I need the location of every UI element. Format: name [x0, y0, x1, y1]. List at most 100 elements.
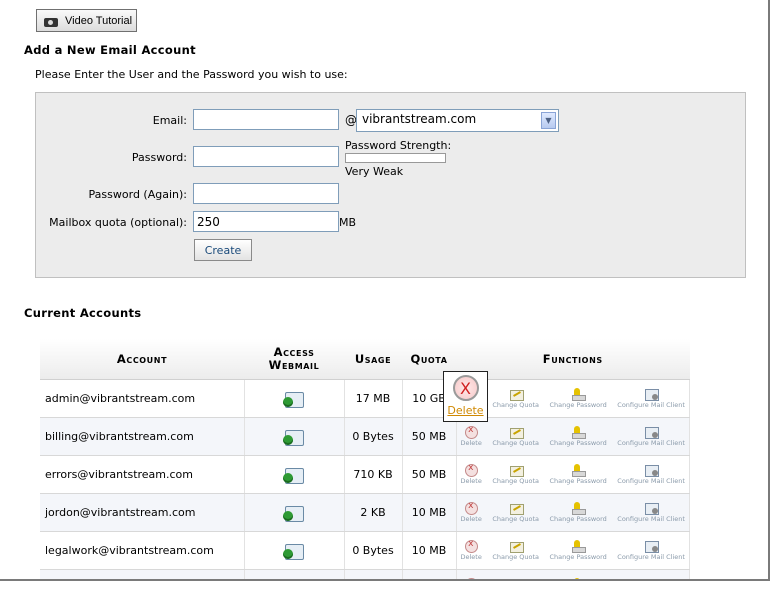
change-password-link[interactable]: Change Password [550, 426, 607, 447]
change-password-link[interactable]: Change Password [550, 540, 607, 561]
password-strength-bar [345, 153, 446, 163]
delete-hover-label[interactable]: Delete [447, 404, 483, 417]
computer-icon [644, 502, 660, 515]
quota-field[interactable] [193, 211, 339, 232]
configure-mail-client-label: Configure Mail Client [617, 515, 685, 523]
change-password-link[interactable]: Change Password [550, 502, 607, 523]
account-usage: 17 MB [344, 379, 403, 418]
key-icon [571, 464, 587, 477]
key-icon [571, 426, 587, 439]
account-quota: 50 MB [402, 417, 457, 456]
change-password-label: Change Password [549, 515, 607, 523]
video-tutorial-button[interactable]: Video Tutorial [36, 9, 137, 32]
key-icon [571, 578, 585, 579]
computer-icon [644, 388, 660, 401]
col-usage[interactable]: Usage [344, 339, 402, 380]
pencil-icon [509, 464, 524, 477]
account-quota: 10 MB [402, 493, 457, 532]
key-icon [571, 388, 587, 401]
change-quota-link[interactable]: Change Quota [492, 540, 539, 561]
delete-icon [464, 501, 479, 515]
configure-mail-client-link[interactable]: Configure Mail Client [617, 540, 685, 561]
quota-label: Mailbox quota (optional): [49, 216, 187, 229]
chevron-down-icon[interactable]: ▼ [541, 112, 556, 129]
configure-mail-client-link[interactable]: Configure Mail Client [617, 464, 685, 485]
change-quota-link[interactable]: Change Quota [492, 426, 539, 447]
change-quota-link[interactable]: Change Quota [492, 388, 539, 409]
change-quota-label: Change Quota [492, 477, 540, 485]
table-row: admin@vibrantstream.com17 MB10 GBDeleteC… [40, 379, 690, 418]
account-email: billing@vibrantstream.com [40, 417, 245, 456]
webmail-icon[interactable] [283, 503, 305, 523]
col-functions: Functions [456, 339, 690, 380]
configure-mail-client-link[interactable]: Configure Mail Client [617, 388, 685, 409]
change-quota-link[interactable]: Change Quota [492, 502, 539, 523]
change-password-label: Change Password [549, 439, 607, 447]
delete-icon [464, 463, 479, 477]
create-button[interactable]: Create [194, 239, 252, 261]
computer-icon [644, 426, 660, 439]
password-field[interactable] [193, 146, 339, 167]
configure-mail-client-link[interactable]: Configure Mail Client [617, 502, 685, 523]
webmail-icon[interactable] [283, 427, 305, 447]
delete-link[interactable]: Delete [461, 501, 482, 523]
configure-mail-client-label: Configure Mail Client [617, 401, 685, 409]
account-quota: 5 GB [402, 569, 457, 579]
webmail-cell [244, 493, 345, 532]
computer-icon [644, 540, 660, 553]
delete-icon[interactable]: X [452, 375, 479, 401]
delete-link[interactable]: Delete [461, 577, 482, 579]
delete-icon [464, 577, 479, 579]
pencil-icon [509, 426, 524, 439]
account-email: legalwork@vibrantstream.com [40, 531, 245, 570]
account-usage: 2 KB [344, 493, 403, 532]
change-quota-link[interactable]: Change Quota [492, 464, 539, 485]
domain-select-value: vibrantstream.com [362, 112, 477, 126]
delete-icon [464, 425, 479, 439]
account-quota: 50 MB [402, 455, 457, 494]
change-quota-link[interactable]: Change Quota [492, 578, 539, 579]
change-password-link[interactable]: Change Password [550, 464, 607, 485]
delete-link[interactable]: Delete [460, 539, 482, 561]
configure-mail-client-link[interactable]: Configure Mail Client [617, 578, 685, 579]
account-email: management@vibrantstream.com [40, 569, 245, 579]
webmail-cell [244, 569, 345, 580]
delete-link[interactable]: Delete [461, 463, 482, 485]
account-email: errors@vibrantstream.com [40, 455, 245, 494]
pencil-icon [509, 502, 524, 515]
webmail-icon[interactable] [283, 579, 305, 580]
account-usage: 0 Bytes [344, 569, 403, 579]
functions-cell: Delete Change Quota Change Password Configu… [456, 417, 690, 456]
change-password-link[interactable]: Change Password [550, 578, 607, 579]
delete-label: Delete [460, 553, 482, 561]
pencil-icon [509, 578, 523, 579]
password-again-field[interactable] [193, 183, 339, 204]
key-icon [571, 540, 587, 553]
pencil-icon [509, 540, 524, 553]
computer-icon [644, 578, 658, 579]
change-password-link[interactable]: Change Password [550, 388, 607, 409]
col-account[interactable]: Account [40, 339, 244, 380]
col-access-webmail-line2: Webmail [268, 358, 320, 372]
webmail-cell [244, 531, 345, 570]
account-email: jordon@vibrantstream.com [40, 493, 245, 532]
delete-link[interactable]: Delete [460, 425, 482, 447]
password-strength-value: Very Weak [345, 165, 404, 178]
webmail-icon[interactable] [283, 541, 305, 561]
configure-mail-client-link[interactable]: Configure Mail Client [617, 426, 685, 447]
pencil-icon [509, 388, 524, 401]
delete-icon [464, 539, 479, 553]
domain-select[interactable]: vibrantstream.com ▼ [356, 109, 559, 132]
password-again-label: Password (Again): [88, 188, 187, 201]
table-row: legalwork@vibrantstream.com 0 Bytes10 MBD… [40, 531, 690, 570]
account-usage: 710 KB [344, 455, 403, 494]
email-field[interactable] [193, 109, 339, 130]
delete-hover-popup[interactable]: X Delete [443, 371, 488, 422]
delete-label: Delete [460, 439, 482, 447]
webmail-cell [244, 417, 345, 456]
webmail-icon[interactable] [283, 465, 305, 485]
webmail-icon[interactable] [283, 389, 305, 409]
account-usage: 0 Bytes [344, 417, 403, 456]
functions-cell: DeleteChange QuotaChange PasswordConfigu… [456, 379, 690, 418]
configure-mail-client-label: Configure Mail Client [617, 477, 685, 485]
